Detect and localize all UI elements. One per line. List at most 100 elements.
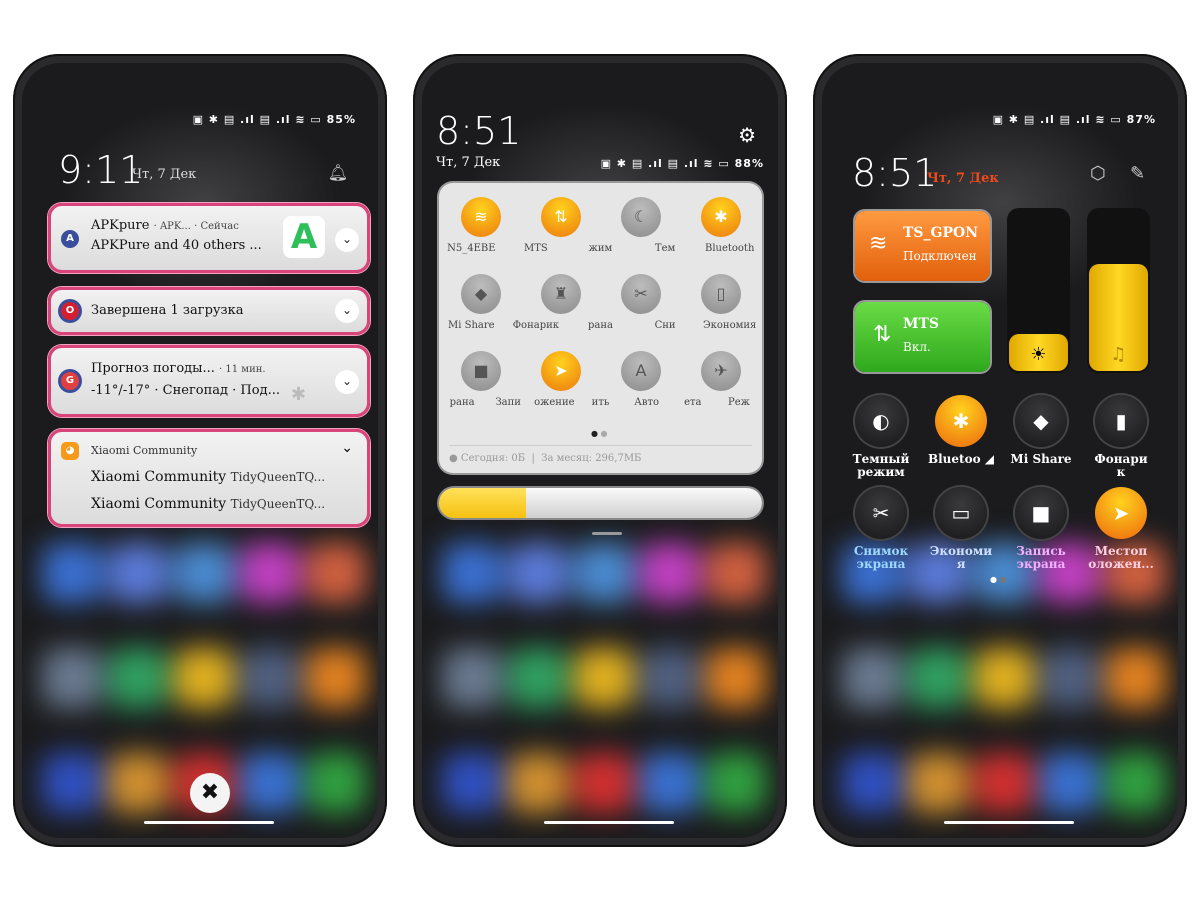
battery-level: 87% <box>1126 113 1156 126</box>
expand-chevron-icon[interactable]: ⌄ <box>335 228 359 252</box>
battery-level: 85% <box>326 113 356 126</box>
tile-label-line: экрана <box>1016 557 1066 571</box>
status-bar: ▣ ✱ ▤ .ıl ▤ .ıl ≋ ▭ 88% <box>600 157 764 170</box>
notification-apkpure[interactable]: A APKpure · APK... · Сейчас APKPure and … <box>48 203 370 273</box>
blurred-app-icon <box>306 648 366 708</box>
screenshot-toggle[interactable]: ✂ <box>621 274 661 314</box>
blurred-app-icon <box>108 753 168 813</box>
mobile-data-toggle[interactable]: ⇅ <box>541 197 581 237</box>
date: Чт, 7 Дек <box>927 171 999 186</box>
weather-app-icon: G <box>61 372 79 390</box>
location-toggle[interactable]: ➤ <box>541 351 581 391</box>
wifi-toggle[interactable]: ≋ <box>461 197 501 237</box>
blurred-app-icon <box>42 648 102 708</box>
blurred-app-icon <box>574 753 634 813</box>
mi-share-toggle[interactable]: ◆ <box>1015 395 1067 447</box>
blurred-app-icon <box>174 543 234 603</box>
battery-saver-toggle[interactable]: ▭ <box>935 487 987 539</box>
date: Чт, 7 Дек <box>436 155 501 170</box>
airplane-toggle[interactable]: ✈ <box>701 351 741 391</box>
notification-xiaomi-community[interactable]: ◕ Xiaomi Community ⌄ Xiaomi Community Ti… <box>48 429 370 527</box>
xiaomi-community-icon: ◕ <box>61 442 79 460</box>
brightness-fill <box>439 488 527 518</box>
mobile-data-tile[interactable]: ⇅ MTS Вкл. <box>855 302 990 372</box>
blurred-app-icon <box>306 543 366 603</box>
phone-notifications: ▣ ✱ ▤ .ıl ▤ .ıl ≋ ▭ 85% 9:11 Чт, 7 Дек 🔔… <box>13 54 387 847</box>
screenshot-icon: ✂ <box>634 284 648 303</box>
tile-label: Местоп оложен... <box>1081 545 1161 571</box>
blurred-app-icon <box>842 753 902 813</box>
tile-label: Реж <box>727 397 750 408</box>
blurred-app-icon <box>508 543 568 603</box>
notification-app-name: Xiaomi Community <box>91 444 198 457</box>
expand-chevron-icon[interactable]: ⌄ <box>335 370 359 394</box>
opera-icon: O <box>61 302 79 320</box>
data-usage[interactable]: ● Сегодня: 0Б | За месяц: 296,7МБ <box>449 453 641 464</box>
page-indicator: ● ● <box>990 575 1007 584</box>
mi-share-icon: ◆ <box>1033 409 1049 433</box>
flashlight-toggle[interactable]: ▮ <box>1095 395 1147 447</box>
blurred-app-icon <box>640 753 700 813</box>
battery-saver-icon: ▭ <box>951 501 971 525</box>
status-bar: ▣ ✱ ▤ .ıl ▤ .ıl ≋ ▭ 87% <box>992 113 1156 126</box>
wifi-tile[interactable]: ≋ TS_GPON Подключен <box>855 211 990 281</box>
screenshot-icon: ✂ <box>872 501 890 525</box>
notification-weather[interactable]: G Прогноз погоды... · 11 мин. -11°/-17° … <box>48 345 370 417</box>
expand-chevron-icon[interactable]: ⌄ <box>341 440 353 456</box>
location-icon: ➤ <box>554 361 568 380</box>
tile-label-line: экрана <box>856 557 906 571</box>
dark-mode-icon: ☾ <box>633 207 649 226</box>
data-usage-icon: ● <box>449 453 458 464</box>
flashlight-toggle[interactable]: ♜ <box>541 274 581 314</box>
notification-settings-icon[interactable]: 🔔︎ <box>328 163 348 182</box>
bluetooth-toggle[interactable]: ✱ <box>701 197 741 237</box>
tile-label-line: я <box>956 557 966 571</box>
screen-record-toggle[interactable]: ■ <box>461 351 501 391</box>
tile-label: Снимок экрана <box>841 545 921 571</box>
blurred-app-icon <box>442 753 502 813</box>
home-indicator <box>944 821 1074 824</box>
settings-gear-icon[interactable]: ⚙ <box>738 123 756 147</box>
settings-icon[interactable]: ⬡ <box>1090 163 1106 184</box>
drag-handle[interactable] <box>592 532 622 535</box>
location-toggle[interactable]: ➤ <box>1095 487 1147 539</box>
blurred-app-icon <box>240 753 300 813</box>
blurred-app-icon <box>908 648 968 708</box>
brightness-slider[interactable] <box>439 488 762 518</box>
expand-chevron-icon[interactable]: ⌄ <box>335 299 359 323</box>
clear-all-button[interactable]: ✖ <box>190 773 230 813</box>
blurred-app-icon <box>174 648 234 708</box>
apkpure-logo: A <box>283 216 325 258</box>
data-today: Сегодня: 0Б <box>460 453 526 464</box>
message-text: TidyQueenTQ... <box>230 497 326 511</box>
carrier-name: MTS <box>903 316 940 332</box>
battery-saver-toggle[interactable]: ▯ <box>701 274 741 314</box>
airplane-icon: ✈ <box>714 361 728 380</box>
home-indicator <box>544 821 674 824</box>
tile-label-line: режим <box>857 465 905 479</box>
bluetooth-toggle[interactable]: ✱ <box>935 395 987 447</box>
blurred-app-icon <box>908 753 968 813</box>
brightness-slider[interactable]: ☀ <box>1007 208 1070 373</box>
tile-label: Темный режим <box>841 453 921 479</box>
auto-brightness-icon: A <box>635 361 647 380</box>
screen-record-toggle[interactable]: ■ <box>1015 487 1067 539</box>
dark-mode-toggle[interactable]: ☾ <box>621 197 661 237</box>
blurred-app-icon <box>108 648 168 708</box>
auto-brightness-toggle[interactable]: A <box>621 351 661 391</box>
clock: 9:11 <box>58 148 144 192</box>
battery-saver-icon: ▯ <box>716 284 726 303</box>
blurred-app-icon <box>108 543 168 603</box>
screenshot-toggle[interactable]: ✂ <box>855 487 907 539</box>
blurred-app-icon <box>442 648 502 708</box>
dark-mode-toggle[interactable]: ◐ <box>855 395 907 447</box>
notification-title: Прогноз погоды... <box>91 361 215 376</box>
notification-meta: · APK... · Сейчас <box>153 221 239 232</box>
mi-share-toggle[interactable]: ◆ <box>461 274 501 314</box>
volume-slider[interactable]: ♫ <box>1087 208 1150 373</box>
edit-icon[interactable]: ✎ <box>1130 163 1145 184</box>
blurred-app-icon <box>508 648 568 708</box>
blurred-app-icon <box>1040 753 1100 813</box>
notification-download[interactable]: O Завершена 1 загрузка ⌄ <box>48 287 370 335</box>
quick-settings-panel: ≋ ⇅ ☾ ✱ ◆ ♜ ✂ ▯ ■ ➤ A ✈ N5_4EBE MTS жим Тем Bluetooth Mi … <box>439 183 762 473</box>
